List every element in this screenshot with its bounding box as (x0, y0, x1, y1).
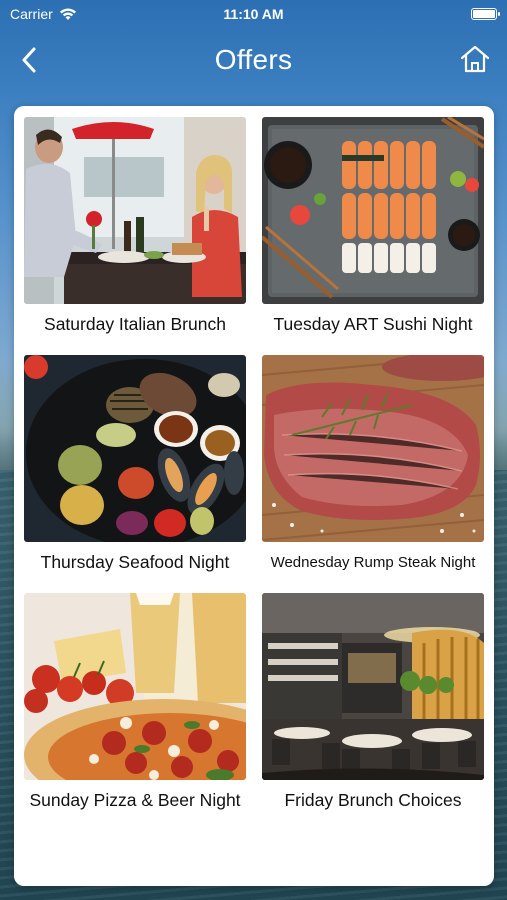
offer-card-tuesday-sushi-night[interactable]: Tuesday ART Sushi Night (262, 117, 484, 355)
offer-card-friday-brunch-choices[interactable]: Friday Brunch Choices (262, 593, 484, 831)
offer-card-sunday-pizza-beer-night[interactable]: Sunday Pizza & Beer Night (24, 593, 246, 831)
battery-icon (471, 8, 500, 20)
offer-card-saturday-italian-brunch[interactable]: Saturday Italian Brunch (24, 117, 246, 355)
sushi-platter-photo (262, 117, 484, 304)
offer-title: Sunday Pizza & Beer Night (29, 790, 241, 810)
home-button[interactable] (459, 44, 491, 76)
offer-card-thursday-seafood-night[interactable]: Thursday Seafood Night (24, 355, 246, 593)
offers-grid: Saturday Italian Brunch Tuesday ART Sush… (24, 117, 484, 831)
offer-card-wednesday-rump-steak-night[interactable]: Wednesday Rump Steak Night (262, 355, 484, 593)
status-bar: Carrier 11:10 AM (0, 0, 507, 28)
couple-dining-photo (24, 117, 246, 304)
offer-title: Wednesday Rump Steak Night (270, 554, 476, 571)
offer-title: Friday Brunch Choices (284, 790, 462, 810)
page-title: Offers (214, 44, 293, 75)
grilled-seafood-photo (24, 355, 246, 542)
offers-panel: Saturday Italian Brunch Tuesday ART Sush… (14, 106, 494, 886)
restaurant-interior-photo (262, 593, 484, 780)
clock: 11:10 AM (223, 6, 284, 22)
pizza-beer-photo (24, 593, 246, 780)
offer-title: Saturday Italian Brunch (44, 314, 226, 334)
offer-title: Tuesday ART Sushi Night (273, 314, 473, 334)
offer-title: Thursday Seafood Night (40, 552, 230, 572)
navigation-bar: Offers (0, 36, 507, 84)
steak-photo (262, 355, 484, 542)
home-icon (460, 45, 490, 73)
